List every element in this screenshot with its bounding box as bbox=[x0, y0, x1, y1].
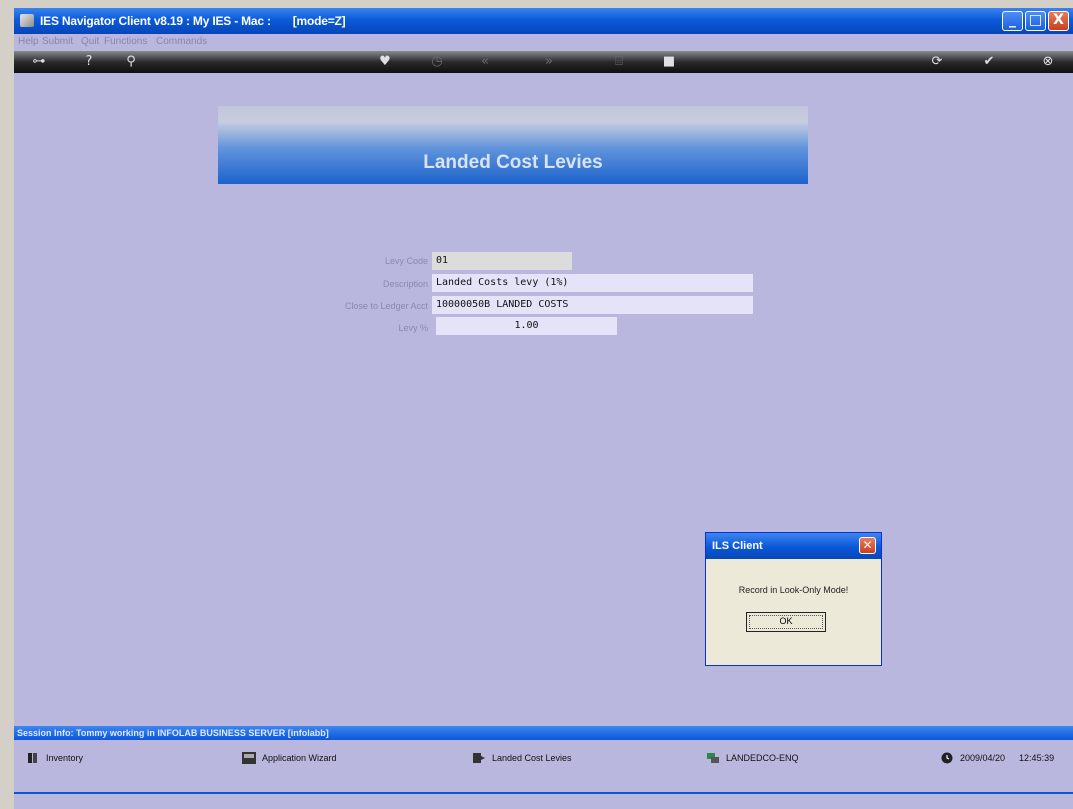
dialog-title: ILS Client bbox=[712, 540, 763, 552]
menu-quit[interactable]: Quit bbox=[81, 36, 99, 47]
levy-code-field[interactable]: 01 bbox=[432, 252, 572, 270]
levy-percent-label: Levy % bbox=[398, 323, 428, 333]
dialog-close-button[interactable]: ✕ bbox=[859, 537, 876, 554]
help-icon[interactable]: ? bbox=[76, 53, 102, 71]
forward-icon[interactable]: » bbox=[536, 53, 562, 71]
code-icon bbox=[707, 753, 719, 763]
window-controls: _ □ X bbox=[1002, 11, 1069, 31]
time-label: 12:45:39 bbox=[1019, 753, 1055, 763]
screen-code-item[interactable]: LANDEDCO-ENQ bbox=[706, 752, 799, 764]
back-icon[interactable]: « bbox=[472, 53, 498, 71]
application-wizard-label: Application Wizard bbox=[262, 753, 337, 763]
session-info: Session Info: Tommy working in INFOLAB B… bbox=[14, 726, 1073, 740]
footer-divider bbox=[14, 792, 1073, 794]
app-window: IES Navigator Client v8.19 : My IES - Ma… bbox=[14, 8, 1073, 809]
menu-submit[interactable]: Submit bbox=[42, 36, 73, 47]
menu-bar: Help Submit Quit Functions Commands bbox=[14, 34, 1073, 51]
ledger-account-label: Close to Ledger Acct bbox=[344, 301, 428, 311]
clock-icon[interactable]: ◷ bbox=[424, 53, 450, 71]
clock-icon bbox=[941, 752, 953, 764]
title-bar[interactable]: IES Navigator Client v8.19 : My IES - Ma… bbox=[14, 8, 1073, 34]
current-screen-item[interactable]: Landed Cost Levies bbox=[472, 752, 572, 764]
check-icon[interactable]: ✔ bbox=[976, 53, 1002, 71]
tag-icon[interactable]: ⌸ bbox=[606, 53, 632, 71]
application-wizard-item[interactable]: Application Wizard bbox=[242, 752, 337, 764]
message-dialog: ILS Client ✕ Record in Look-Only Mode! O… bbox=[705, 532, 882, 666]
menu-commands[interactable]: Commands bbox=[156, 36, 207, 47]
close-window-button[interactable]: X bbox=[1048, 11, 1069, 31]
maximize-button[interactable]: □ bbox=[1025, 11, 1046, 31]
description-label: Description bbox=[382, 279, 428, 289]
date-label: 2009/04/20 bbox=[960, 753, 1006, 763]
current-screen-label: Landed Cost Levies bbox=[492, 753, 572, 763]
close-icon[interactable]: ⊗ bbox=[1035, 53, 1061, 71]
inventory-icon bbox=[28, 753, 37, 763]
app-icon bbox=[20, 14, 34, 27]
menu-functions[interactable]: Functions bbox=[104, 36, 147, 47]
heart-icon[interactable]: ♥ bbox=[372, 53, 398, 71]
stop-icon[interactable]: ■ bbox=[656, 53, 682, 71]
search-icon[interactable]: ⚲ bbox=[118, 53, 144, 71]
page-header: Landed Cost Levies bbox=[218, 106, 808, 184]
description-field[interactable]: Landed Costs levy (1%) bbox=[432, 274, 753, 292]
levy-percent-field[interactable]: 1.00 bbox=[436, 317, 617, 335]
status-bar: Inventory Application Wizard Landed Cost… bbox=[14, 740, 1073, 776]
window-title: IES Navigator Client v8.19 : My IES - Ma… bbox=[40, 14, 346, 28]
screen-icon bbox=[473, 753, 485, 763]
levy-code-label: Levy Code bbox=[384, 256, 428, 266]
dialog-message: Record in Look-Only Mode! bbox=[738, 585, 849, 595]
ledger-account-field[interactable]: 10000050B LANDED COSTS bbox=[432, 296, 753, 314]
screen-code-label: LANDEDCO-ENQ bbox=[726, 753, 799, 763]
menu-help[interactable]: Help bbox=[18, 36, 39, 47]
ok-button[interactable]: OK bbox=[746, 612, 826, 632]
toolbar: ⊶ ? ⚲ ♥ ◷ « » ⌸ ■ ⟳ ✔ ⊗ bbox=[14, 51, 1073, 73]
wizard-icon bbox=[242, 752, 256, 764]
dialog-title-bar[interactable]: ILS Client ✕ bbox=[706, 533, 881, 559]
key-icon[interactable]: ⊶ bbox=[26, 53, 52, 71]
inventory-item[interactable]: Inventory bbox=[26, 752, 83, 764]
page-title: Landed Cost Levies bbox=[423, 152, 603, 173]
inventory-label: Inventory bbox=[46, 753, 84, 763]
minimize-button[interactable]: _ bbox=[1002, 11, 1023, 31]
refresh-icon[interactable]: ⟳ bbox=[924, 53, 950, 71]
datetime-item: 2009/04/20 12:45:39 bbox=[940, 752, 1054, 764]
